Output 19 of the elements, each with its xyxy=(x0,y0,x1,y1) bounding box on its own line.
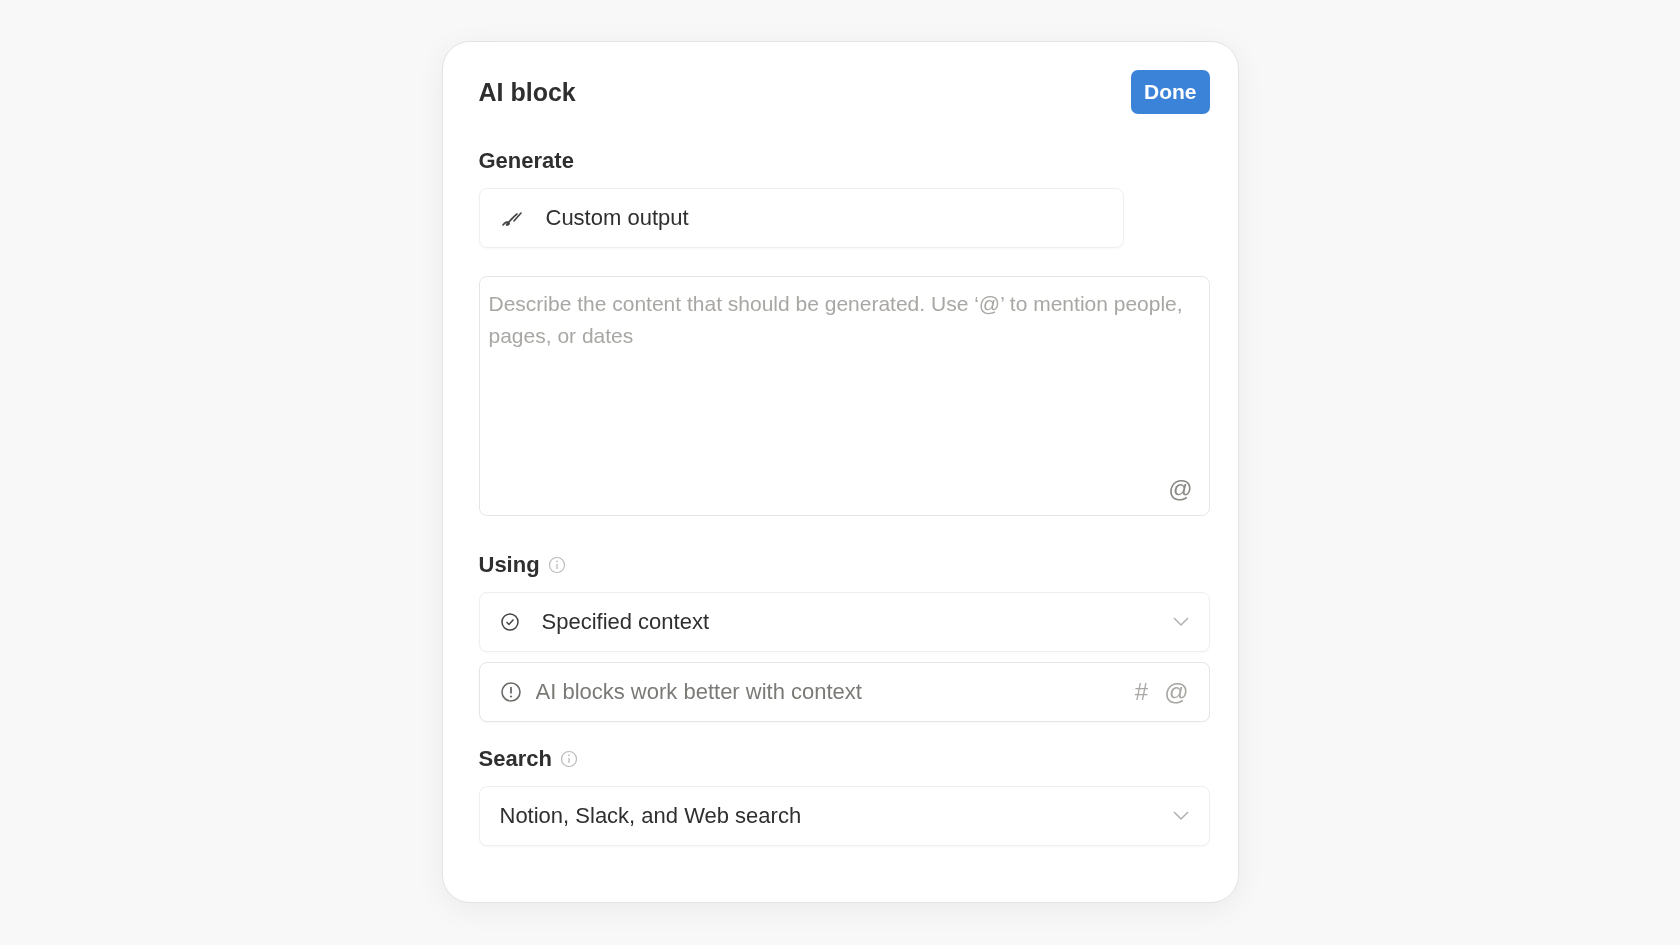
insert-button[interactable]: # xyxy=(1134,678,1149,706)
section-label: Generate xyxy=(478,148,574,174)
info-icon[interactable] xyxy=(559,750,578,768)
search-source-dropdown[interactable]: Notion, Slack, and Web search xyxy=(478,786,1210,846)
chevron-down-icon xyxy=(1172,811,1189,821)
section-label: Search xyxy=(478,746,552,772)
context-input-field[interactable]: AI blocks work better with context # @ xyxy=(478,662,1210,722)
alert-circle-icon xyxy=(499,681,522,703)
insert-button[interactable]: @ xyxy=(1164,678,1189,706)
check-circle-icon xyxy=(499,612,520,632)
dialog-title: AI block xyxy=(478,77,576,107)
output-type-selector[interactable]: Custom output xyxy=(478,188,1124,248)
chevron-down-icon xyxy=(1172,617,1189,627)
section-label: Using xyxy=(478,552,540,578)
info-icon[interactable] xyxy=(547,556,566,574)
done-button[interactable]: Done xyxy=(1131,70,1210,114)
context-dropdown[interactable]: Specified context xyxy=(478,592,1210,652)
mention-button[interactable]: @ xyxy=(1168,475,1193,503)
prompt-textarea[interactable]: Describe the content that should be generated. Use ‘@’ to mention people, pages, or dates @ xyxy=(478,276,1210,516)
